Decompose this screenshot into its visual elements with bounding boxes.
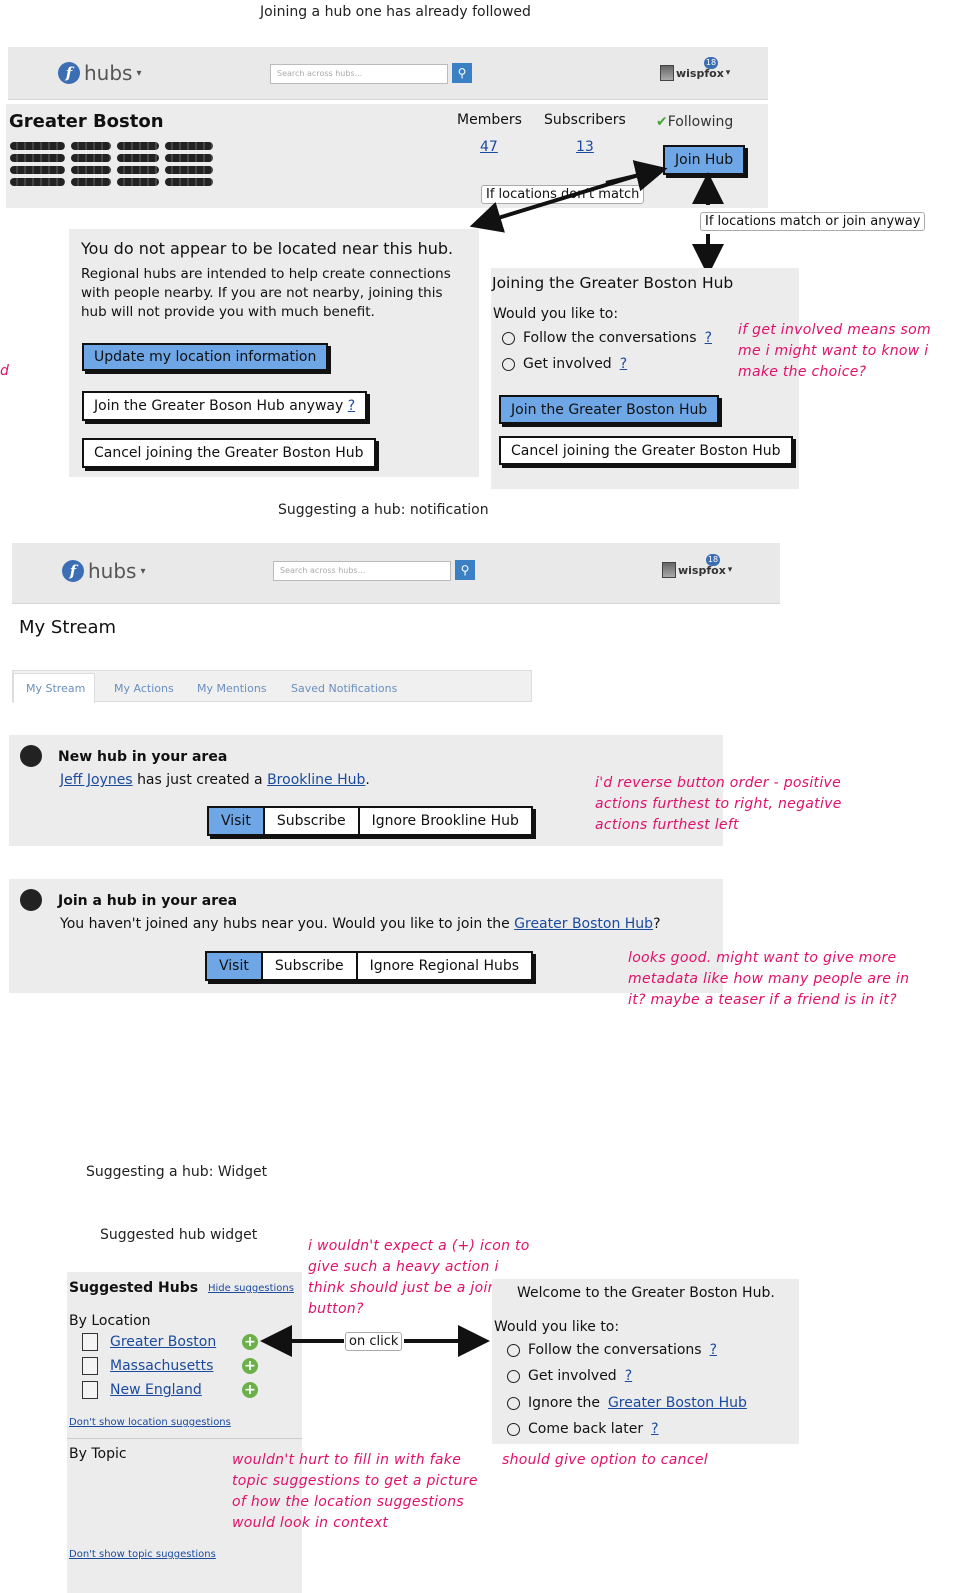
stream-tabs: My Stream My Actions My Mentions Saved N… [12, 670, 532, 703]
radio-icon[interactable] [507, 1396, 520, 1410]
notification-text: Jeff Joynes has just created a Brookline… [60, 772, 370, 788]
notification-title: Join a hub in your area [58, 893, 238, 909]
globe-icon [20, 745, 42, 767]
welcome-dialog: Welcome to the Greater Boston Hub. Would… [492, 1279, 799, 1444]
ignore-button[interactable]: Ignore Brookline Hub [360, 808, 531, 834]
notification-actions: Visit Subscribe Ignore Regional Hubs [205, 951, 534, 981]
notification-badge: 18 [706, 554, 720, 566]
page-title: My Stream [19, 617, 117, 638]
chevron-down-icon: ▾ [140, 565, 146, 577]
hide-suggestions-link[interactable]: Hide suggestions [208, 1283, 294, 1294]
notification-actions: Visit Subscribe Ignore Brookline Hub [207, 806, 533, 836]
by-topic-heading: By Topic [69, 1446, 127, 1462]
radio-icon[interactable] [507, 1369, 520, 1383]
cancel-joining-button[interactable]: Cancel joining the Greater Boston Hub [82, 438, 376, 468]
on-click-arrow [260, 1325, 490, 1357]
widget-title: Suggested Hubs [69, 1280, 199, 1296]
note-topic-suggestions: wouldn't hurt to fill in with fake topic… [232, 1452, 478, 1531]
hub-link[interactable]: Brookline Hub [267, 772, 365, 788]
notification-text: You haven't joined any hubs near you. Wo… [60, 916, 661, 932]
hide-location-link[interactable]: Don't show location suggestions [69, 1417, 231, 1428]
arrow-join-no-match [605, 160, 668, 192]
hub-link[interactable]: Greater Boston Hub [514, 916, 653, 932]
dialog-body: Regional hubs are intended to help creat… [81, 266, 451, 320]
user-menu[interactable]: wispfox ▾ [662, 562, 732, 578]
top-nav-2: f hubs ▾ Search across hubs... ⚲ wispfox… [12, 543, 780, 604]
image-icon [82, 1381, 98, 1399]
globe-icon [20, 889, 42, 911]
hubs-logo[interactable]: f hubs ▾ [62, 559, 146, 583]
radio-icon[interactable] [507, 1422, 520, 1436]
dialog-not-near: You do not appear to be located near thi… [69, 229, 479, 477]
subscribe-button[interactable]: Subscribe [263, 953, 358, 979]
add-icon[interactable]: + [242, 1358, 258, 1374]
help-link[interactable]: ? [625, 1368, 632, 1384]
caption-widget: Suggesting a hub: Widget [86, 1164, 268, 1180]
option-follow[interactable]: Follow the conversations? [507, 1342, 717, 1358]
welcome-question: Would you like to: [494, 1319, 620, 1335]
option-follow[interactable]: Follow the conversations? [502, 330, 712, 346]
notification-join-hub: Join a hub in your area You haven't join… [9, 879, 723, 993]
search-input[interactable]: Search across hubs... [273, 561, 451, 581]
help-link[interactable]: ? [710, 1342, 717, 1358]
radio-icon[interactable] [507, 1343, 520, 1357]
notification-title: New hub in your area [58, 749, 228, 765]
help-link[interactable]: ? [705, 330, 712, 346]
hide-topic-link[interactable]: Don't show topic suggestions [69, 1549, 216, 1560]
option-ignore[interactable]: Ignore the Greater Boston Hub [507, 1395, 747, 1411]
note-cancel: should give option to cancel [502, 1452, 708, 1468]
tab-saved-notifications[interactable]: Saved Notifications [291, 682, 397, 695]
help-link[interactable]: ? [620, 356, 627, 372]
subscribe-button[interactable]: Subscribe [265, 808, 360, 834]
ignore-button[interactable]: Ignore Regional Hubs [358, 953, 531, 979]
welcome-title: Welcome to the Greater Boston Hub. [517, 1285, 775, 1301]
tab-my-mentions[interactable]: My Mentions [197, 682, 267, 695]
fedora-icon: f [62, 560, 84, 582]
option-involved[interactable]: Get involved? [502, 356, 627, 372]
note-metadata: looks good. might want to give more meta… [628, 950, 910, 1008]
join-anyway-button[interactable]: Join the Greater Boson Hub anyway ? [82, 391, 368, 421]
user-name: wispfox [678, 563, 726, 577]
update-location-button[interactable]: Update my location information [82, 343, 329, 371]
suggestion-item: New England + [82, 1381, 282, 1399]
chevron-down-icon: ▾ [727, 565, 733, 575]
help-link[interactable]: ? [348, 398, 355, 414]
option-involved[interactable]: Get involved? [507, 1368, 632, 1384]
note-get-involved: if get involved means som me i might wan… [738, 322, 931, 380]
note-reverse-order: i'd reverse button order - positive acti… [595, 775, 842, 833]
visit-button[interactable]: Visit [209, 808, 265, 834]
avatar [662, 562, 676, 578]
tab-my-actions[interactable]: My Actions [114, 682, 174, 695]
hub-link[interactable]: Greater Boston Hub [608, 1395, 747, 1411]
visit-button[interactable]: Visit [207, 953, 263, 979]
dialog-question: Would you like to: [493, 306, 619, 322]
suggestion-link[interactable]: Massachusetts [110, 1358, 230, 1374]
add-icon[interactable]: + [242, 1382, 258, 1398]
caption-notification: Suggesting a hub: notification [278, 502, 489, 518]
search-icon[interactable]: ⚲ [455, 560, 475, 580]
divider [67, 1438, 302, 1439]
note-cut: d [0, 363, 10, 379]
cancel-joining-button[interactable]: Cancel joining the Greater Boston Hub [499, 436, 793, 465]
caption-suggested-widget: Suggested hub widget [100, 1227, 258, 1243]
help-link[interactable]: ? [651, 1421, 658, 1437]
join-hub-confirm-button[interactable]: Join the Greater Boston Hub [499, 395, 720, 424]
tab-my-stream[interactable]: My Stream [26, 682, 85, 695]
on-click-label: on click [345, 1332, 403, 1351]
dialog-title: Joining the Greater Boston Hub [492, 274, 734, 292]
option-later[interactable]: Come back later? [507, 1421, 659, 1437]
user-link[interactable]: Jeff Joynes [60, 772, 133, 788]
dialog-title: You do not appear to be located near thi… [81, 239, 454, 258]
radio-icon[interactable] [502, 331, 515, 345]
radio-icon[interactable] [502, 357, 515, 371]
logo-text: hubs [88, 559, 137, 583]
suggestion-link[interactable]: New England [110, 1382, 230, 1398]
